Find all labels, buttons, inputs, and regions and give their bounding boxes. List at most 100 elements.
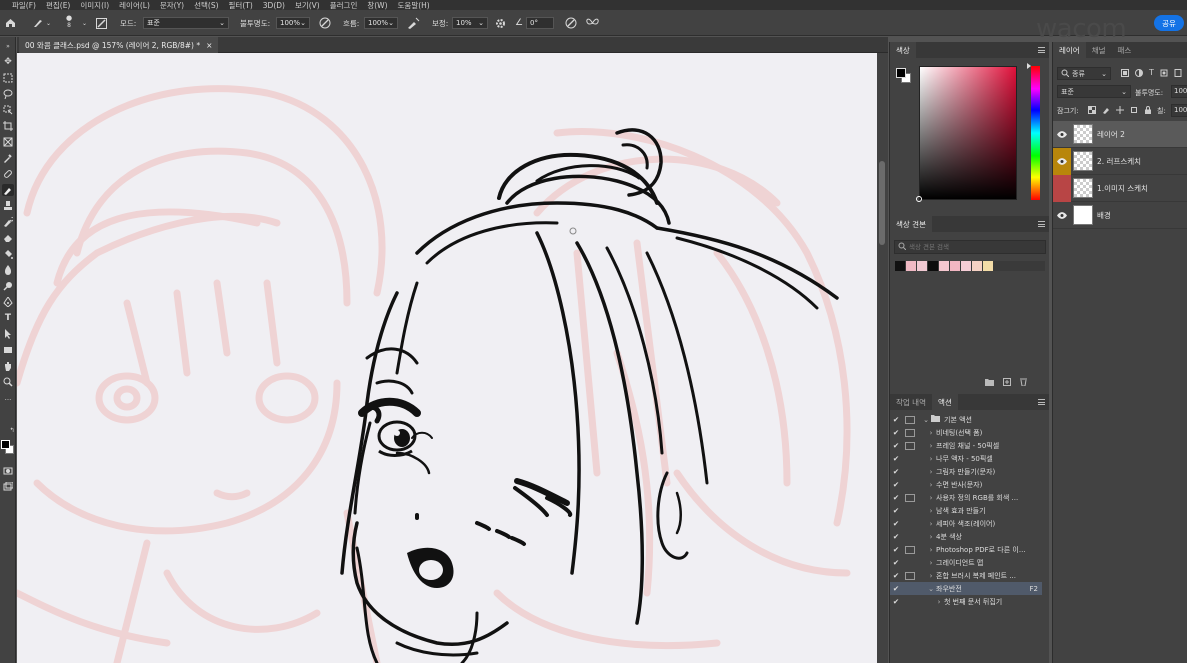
action-enabled-check-icon[interactable]: ✔: [890, 467, 902, 476]
mode-select[interactable]: 표준 ⌄: [143, 17, 229, 29]
more-tools-icon[interactable]: ···: [2, 394, 14, 406]
action-item[interactable]: ✔ › 그레이디언트 맵: [890, 556, 1042, 569]
toolbar-collapse-icon[interactable]: »: [2, 40, 14, 52]
artwork-canvas[interactable]: [17, 53, 877, 663]
smoothing-field[interactable]: 10% ⌄: [452, 17, 488, 29]
swap-colors-icon[interactable]: ↰: [9, 426, 15, 434]
color-saturation-field[interactable]: [919, 66, 1017, 200]
chevron-right-icon[interactable]: ›: [926, 442, 936, 450]
action-enabled-check-icon[interactable]: ✔: [890, 519, 902, 528]
dodge-tool-icon[interactable]: [2, 280, 14, 292]
clone-stamp-tool-icon[interactable]: [2, 200, 14, 212]
tab-paths[interactable]: 패스: [1112, 42, 1138, 58]
pressure-opacity-icon[interactable]: [319, 17, 331, 29]
panel-menu-icon[interactable]: [1038, 221, 1045, 227]
action-item[interactable]: ✔ ⌄ 기본 액션: [890, 413, 1042, 426]
chevron-right-icon[interactable]: ›: [926, 468, 936, 476]
action-item[interactable]: ✔ › 수면 반사(문자): [890, 478, 1042, 491]
trash-icon[interactable]: [1020, 378, 1027, 388]
layer-visibility-eye-icon[interactable]: [1053, 202, 1071, 229]
lock-all-icon[interactable]: [1144, 106, 1152, 116]
action-enabled-check-icon[interactable]: ✔: [890, 506, 902, 515]
opacity-field[interactable]: 100% ⌄: [276, 17, 310, 29]
marquee-tool-icon[interactable]: [2, 72, 14, 84]
lock-artboard-icon[interactable]: [1130, 106, 1138, 116]
tab-color[interactable]: 색상: [890, 42, 916, 58]
chevron-down-icon[interactable]: ⌄: [921, 416, 931, 424]
swatch-color-7[interactable]: [972, 261, 982, 271]
action-item[interactable]: ✔ › 프레임 채널 - 50픽셀: [890, 439, 1042, 452]
action-enabled-check-icon[interactable]: ✔: [890, 428, 902, 437]
layer-row[interactable]: 2. 러프스케치: [1053, 147, 1187, 175]
action-dialog-toggle-icon[interactable]: [905, 545, 915, 554]
blend-mode-select[interactable]: 표준 ⌄: [1057, 85, 1131, 98]
menu-type[interactable]: 문자(Y): [160, 0, 184, 10]
eraser-tool-icon[interactable]: [2, 232, 14, 244]
menu-layer[interactable]: 레이어(L): [119, 0, 150, 10]
action-item[interactable]: ✔ › Photoshop PDF로 다른 이...: [890, 543, 1042, 556]
action-dialog-toggle-icon[interactable]: [905, 507, 915, 515]
swatch-color-2[interactable]: [917, 261, 927, 271]
action-enabled-check-icon[interactable]: ✔: [890, 493, 902, 502]
action-dialog-toggle-icon[interactable]: [905, 571, 915, 580]
folder-icon[interactable]: [985, 378, 994, 388]
tab-channels[interactable]: 채널: [1086, 42, 1112, 58]
layer-visibility-eye-icon[interactable]: [1053, 174, 1071, 202]
layer-opacity-field[interactable]: 100: [1171, 85, 1187, 98]
chevron-down-icon[interactable]: ⌄: [926, 585, 936, 593]
action-item[interactable]: ✔ › 나무 액자 - 50픽셀: [890, 452, 1042, 465]
menu-window[interactable]: 창(W): [367, 0, 387, 10]
action-dialog-toggle-icon[interactable]: [905, 493, 915, 502]
canvas-area[interactable]: [17, 53, 877, 663]
action-item[interactable]: ✔ ⌄ 좌우반전 F2: [890, 582, 1042, 595]
chevron-right-icon[interactable]: ›: [926, 559, 936, 567]
history-brush-tool-icon[interactable]: [2, 216, 14, 228]
new-swatch-icon[interactable]: [1003, 378, 1011, 388]
blur-tool-icon[interactable]: [2, 264, 14, 276]
chevron-right-icon[interactable]: ›: [926, 429, 936, 437]
zoom-tool-icon[interactable]: [2, 376, 14, 388]
panel-menu-icon[interactable]: [1038, 47, 1045, 53]
share-button[interactable]: 공유: [1154, 15, 1184, 31]
tab-history[interactable]: 작업 내역: [890, 394, 932, 410]
move-tool-icon[interactable]: ✥: [2, 56, 14, 68]
action-enabled-check-icon[interactable]: ✔: [890, 584, 902, 593]
pen-tool-icon[interactable]: [2, 296, 14, 308]
action-dialog-toggle-icon[interactable]: [905, 415, 915, 424]
brush-size-picker[interactable]: ● 8: [66, 15, 72, 30]
swatch-color-8[interactable]: [983, 261, 993, 271]
hand-tool-icon[interactable]: [2, 360, 14, 372]
swatch-color-4[interactable]: [939, 261, 949, 271]
filter-type-icon[interactable]: T: [1149, 69, 1154, 79]
layer-visibility-eye-icon[interactable]: [1053, 121, 1071, 148]
quick-mask-icon[interactable]: [2, 465, 14, 477]
action-item[interactable]: ✔ › 4분 색상: [890, 530, 1042, 543]
chevron-right-icon[interactable]: ›: [926, 455, 936, 463]
menu-view[interactable]: 보기(V): [295, 0, 320, 10]
flow-field[interactable]: 100% ⌄: [364, 17, 398, 29]
swatches-search[interactable]: [894, 240, 1046, 254]
lock-image-pixels-icon[interactable]: [1102, 106, 1110, 116]
rectangle-tool-icon[interactable]: [2, 344, 14, 356]
action-dialog-toggle-icon[interactable]: [905, 585, 915, 593]
action-item[interactable]: ✔ › 첫 번째 문서 뒤집기: [890, 595, 1042, 608]
action-enabled-check-icon[interactable]: ✔: [890, 558, 902, 567]
menu-file[interactable]: 파일(F): [12, 0, 36, 10]
menu-image[interactable]: 이미지(I): [80, 0, 109, 10]
lock-transparent-pixels-icon[interactable]: [1088, 106, 1096, 116]
action-enabled-check-icon[interactable]: ✔: [890, 441, 902, 450]
swatch-color-5[interactable]: [950, 261, 960, 271]
hue-slider-handle[interactable]: [1027, 63, 1031, 69]
action-enabled-check-icon[interactable]: ✔: [890, 415, 902, 424]
menu-help[interactable]: 도움말(H): [398, 0, 430, 10]
brush-tool-icon[interactable]: [2, 184, 14, 196]
close-icon[interactable]: ×: [206, 41, 212, 50]
symmetry-butterfly-icon[interactable]: [586, 17, 599, 29]
action-dialog-toggle-icon[interactable]: [905, 455, 915, 463]
action-dialog-toggle-icon[interactable]: [905, 468, 915, 476]
scrollbar-thumb[interactable]: [879, 161, 885, 245]
hue-slider[interactable]: [1031, 66, 1040, 200]
action-dialog-toggle-icon[interactable]: [905, 533, 915, 541]
layer-row[interactable]: 1.이미지 스케치: [1053, 174, 1187, 202]
home-icon[interactable]: [5, 17, 16, 29]
